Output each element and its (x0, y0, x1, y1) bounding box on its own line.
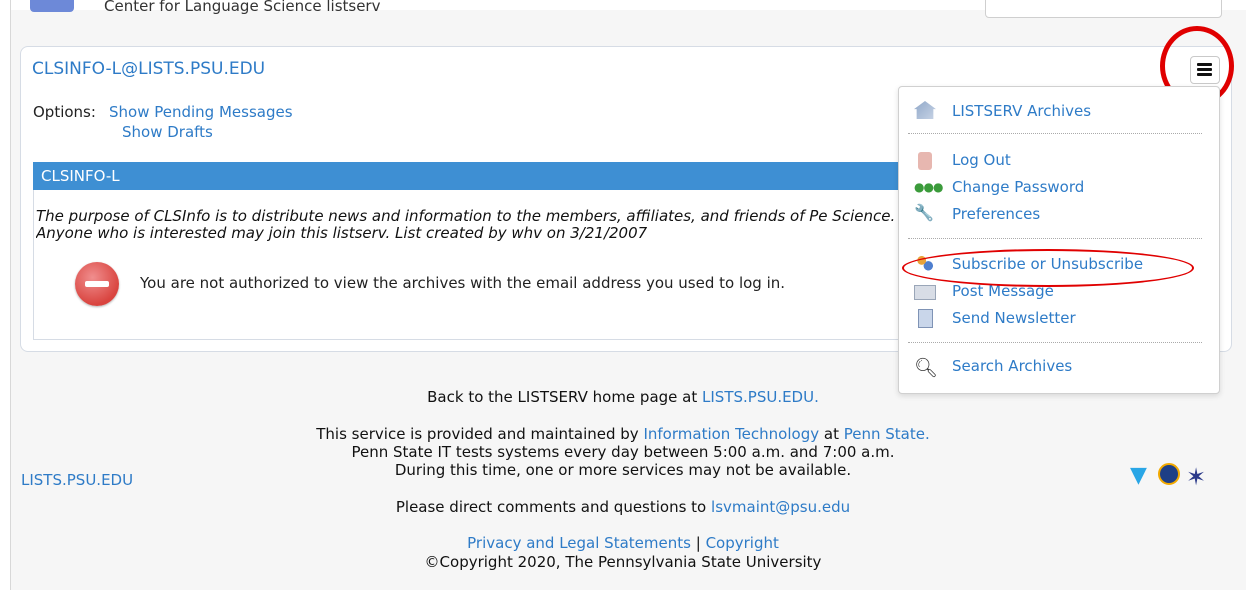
menu-item-listserv-archives[interactable]: LISTSERV Archives (952, 102, 1091, 120)
menu-item-search-archives[interactable]: Search Archives (952, 357, 1072, 375)
footer-maint-line2: During this time, one or more services m… (394, 461, 852, 479)
footer-it-link[interactable]: Information Technology (643, 425, 819, 443)
menu-item-preferences[interactable]: Preferences (952, 205, 1040, 223)
menu-item-send-newsletter[interactable]: Send Newsletter (952, 309, 1076, 327)
error-message: You are not authorized to view the archi… (140, 274, 786, 292)
footer-site-link[interactable]: LISTS.PSU.EDU (21, 471, 133, 489)
search-icon: 🔍︎ (914, 357, 939, 379)
show-pending-messages-link[interactable]: Show Pending Messages (109, 103, 293, 121)
wifi-icon: ▼ (1130, 463, 1147, 488)
options-label: Options: (33, 103, 96, 121)
footer-at-text: at (823, 425, 839, 443)
footer-psu-link[interactable]: Penn State. (844, 425, 930, 443)
keys-icon: ●●● (914, 180, 943, 194)
star-outline-icon: ✶ (1186, 463, 1207, 491)
page-subtitle: Center for Language Science listserv (104, 0, 381, 15)
list-title-link[interactable]: CLSINFO-L@LISTS.PSU.EDU (32, 59, 265, 79)
footer-copyright-text: ©Copyright 2020, The Pennsylvania State … (424, 553, 822, 571)
list-description: The purpose of CLSInfo is to distribute … (36, 208, 896, 242)
search-input[interactable] (985, 0, 1222, 18)
footer-email-link[interactable]: lsvmaint@psu.edu (711, 498, 850, 516)
footer-privacy-link[interactable]: Privacy and Legal Statements (467, 534, 691, 552)
footer-maint-line1: Penn State IT tests systems every day be… (351, 443, 895, 461)
wrench-icon: 🔧 (914, 203, 934, 222)
footer-separator: | (695, 534, 701, 552)
menu-separator (908, 342, 1202, 343)
menu-item-log-out[interactable]: Log Out (952, 151, 1011, 169)
menu-item-change-password[interactable]: Change Password (952, 178, 1084, 196)
listserv-logo (30, 0, 74, 12)
footer-contact-line: Please direct comments and questions to … (0, 498, 1246, 516)
show-drafts-link[interactable]: Show Drafts (122, 123, 213, 141)
footer-back-text: Back to the LISTSERV home page at (427, 388, 698, 406)
menu-separator (908, 238, 1202, 239)
footer-home-link[interactable]: LISTS.PSU.EDU. (702, 388, 819, 406)
newsletter-icon (918, 309, 933, 328)
footer-service-text: This service is provided and maintained … (316, 425, 639, 443)
footer-copyright-link[interactable]: Copyright (706, 534, 779, 552)
section-header: CLSINFO-L (33, 162, 913, 190)
mail-icon (914, 285, 936, 300)
annotation-ellipse (902, 249, 1194, 287)
footer-service-line: This service is provided and maintained … (0, 425, 1246, 443)
footer-legal-line: Privacy and Legal Statements | Copyright (0, 534, 1246, 552)
error-stop-icon (75, 262, 119, 306)
badge-circle-icon (1158, 463, 1180, 485)
menu-separator (908, 133, 1202, 134)
footer-back-line: Back to the LISTSERV home page at LISTS.… (0, 388, 1246, 406)
footer-contact-text: Please direct comments and questions to (395, 498, 707, 516)
lock-icon (918, 152, 932, 170)
